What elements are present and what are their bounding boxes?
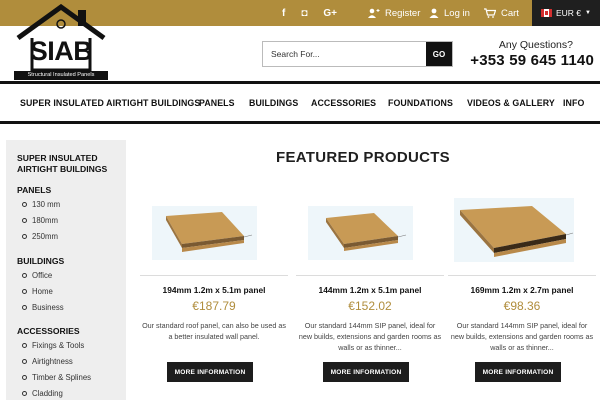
register-label: Register [385,7,421,19]
sidebar-item-home[interactable]: Home [22,287,53,296]
product-image[interactable] [454,198,574,262]
user-plus-icon [368,8,380,18]
sidebar-item-label: 130 mm [32,200,61,209]
sidebar-item-fixings-tools[interactable]: Fixings & Tools [22,341,84,350]
site-logo[interactable]: SIAB Structural Insulated Panels [12,4,110,82]
sip-panel-icon [460,206,574,257]
bullet-icon [22,343,27,348]
sidebar-item-130mm[interactable]: 130 mm [22,200,60,209]
bullet-icon [22,234,27,239]
sidebar-heading-panels[interactable]: PANELS [17,185,51,196]
currency-label: EUR € [556,8,582,18]
sidebar-heading-super-insulated[interactable]: SUPER INSULATED AIRTIGHT BUILDINGS [17,153,117,174]
nav-item-info[interactable]: INFO [563,98,584,108]
product-image[interactable] [308,206,413,260]
register-link[interactable]: Register [368,0,420,26]
sidebar-item-250mm[interactable]: 250mm [22,232,58,241]
social-links: f ◘ G+ [282,0,353,26]
main-nav: SUPER INSULATED AIRTIGHT BUILDINGS PANEL… [0,84,600,122]
sip-panel-icon [326,213,407,251]
sidebar-item-business[interactable]: Business [22,303,64,312]
search-go-button[interactable]: GO [426,42,452,66]
sidebar-item-label: 180mm [32,216,58,225]
bullet-icon [22,273,27,278]
bullet-icon [22,391,27,396]
bullet-icon [22,218,27,223]
contact-phone[interactable]: +353 59 645 1140 [470,52,594,69]
sidebar-item-label: Home [32,287,53,296]
cart-icon [484,8,496,18]
instagram-icon[interactable]: ◘ [301,8,307,19]
product-card: 144mm 1.2m x 5.1m panel €152.02 Our stan… [296,196,444,400]
logo-wordmark: SIAB [29,36,93,66]
product-description: Our standard 144mm SIP panel, ideal for … [450,321,594,352]
sidebar-item-office[interactable]: Office [22,271,52,280]
product-description: Our standard roof panel, can also be use… [142,321,286,341]
product-name[interactable]: 194mm 1.2m x 5.1m panel [140,285,288,295]
search-box: GO [262,41,453,67]
product-price: €187.79 [192,299,236,313]
search-input[interactable] [263,42,428,66]
sidebar-item-timber-splines[interactable]: Timber & Splines [22,373,91,382]
contact-question: Any Questions? [498,39,573,51]
canada-flag-icon [541,9,552,17]
nav-item-super-insulated[interactable]: SUPER INSULATED AIRTIGHT BUILDINGS [20,98,200,108]
category-sidebar: SUPER INSULATED AIRTIGHT BUILDINGS PANEL… [6,140,126,400]
facebook-icon[interactable]: f [282,8,285,19]
bullet-icon [22,305,27,310]
product-name[interactable]: 144mm 1.2m x 5.1m panel [296,285,444,295]
bullet-icon [22,375,27,380]
product-price: €152.02 [348,299,392,313]
nav-item-foundations[interactable]: FOUNDATIONS [388,98,453,108]
product-card: 169mm 1.2m x 2.7m panel €98.36 Our stand… [448,196,596,400]
login-link[interactable]: Log in [429,0,470,26]
sidebar-item-label: Cladding [32,389,63,398]
nav-divider [0,121,600,124]
card-divider [296,275,444,276]
nav-item-accessories[interactable]: ACCESSORIES [311,98,376,108]
sidebar-heading-accessories[interactable]: ACCESSORIES [17,326,80,337]
more-information-button[interactable]: MORE INFORMATION [323,362,409,382]
sidebar-item-label: Timber & Splines [32,373,92,382]
product-image[interactable] [152,206,257,260]
logo-tagline: Structural Insulated Panels [14,71,108,80]
sidebar-item-label: 250mm [32,232,58,241]
nav-item-buildings[interactable]: BUILDINGS [249,98,298,108]
sidebar-item-label: Airtightness [32,357,73,366]
sidebar-item-label: Office [32,271,53,280]
cart-label: Cart [501,7,519,19]
bullet-icon [22,359,27,364]
product-price: €98.36 [503,299,541,313]
caret-down-icon: ▼ [585,10,591,16]
login-label: Log in [444,7,470,19]
sidebar-item-180mm[interactable]: 180mm [22,216,58,225]
sidebar-item-airtightness[interactable]: Airtightness [22,357,73,366]
featured-products-heading: FEATURED PRODUCTS [276,149,450,166]
sidebar-heading-buildings[interactable]: BUILDINGS [17,256,64,267]
card-divider [448,275,596,276]
nav-item-videos-gallery[interactable]: VIDEOS & GALLERY [467,98,555,108]
currency-selector[interactable]: EUR € ▼ [532,0,600,26]
sip-panel-icon [166,212,253,252]
user-icon [429,8,439,18]
product-name[interactable]: 169mm 1.2m x 2.7m panel [448,285,596,295]
product-card: 194mm 1.2m x 5.1m panel €187.79 Our stan… [140,196,288,400]
bullet-icon [22,202,27,207]
sidebar-item-cladding[interactable]: Cladding [22,389,63,398]
nav-item-panels[interactable]: PANELS [199,98,235,108]
cart-link[interactable]: Cart [484,0,519,26]
more-information-button[interactable]: MORE INFORMATION [167,362,253,382]
more-information-button[interactable]: MORE INFORMATION [475,362,561,382]
sidebar-item-label: Fixings & Tools [32,341,85,350]
product-description: Our standard 144mm SIP panel, ideal for … [298,321,442,352]
sidebar-item-label: Business [32,303,64,312]
google-plus-icon[interactable]: G+ [323,8,337,19]
card-divider [140,275,288,276]
bullet-icon [22,289,27,294]
